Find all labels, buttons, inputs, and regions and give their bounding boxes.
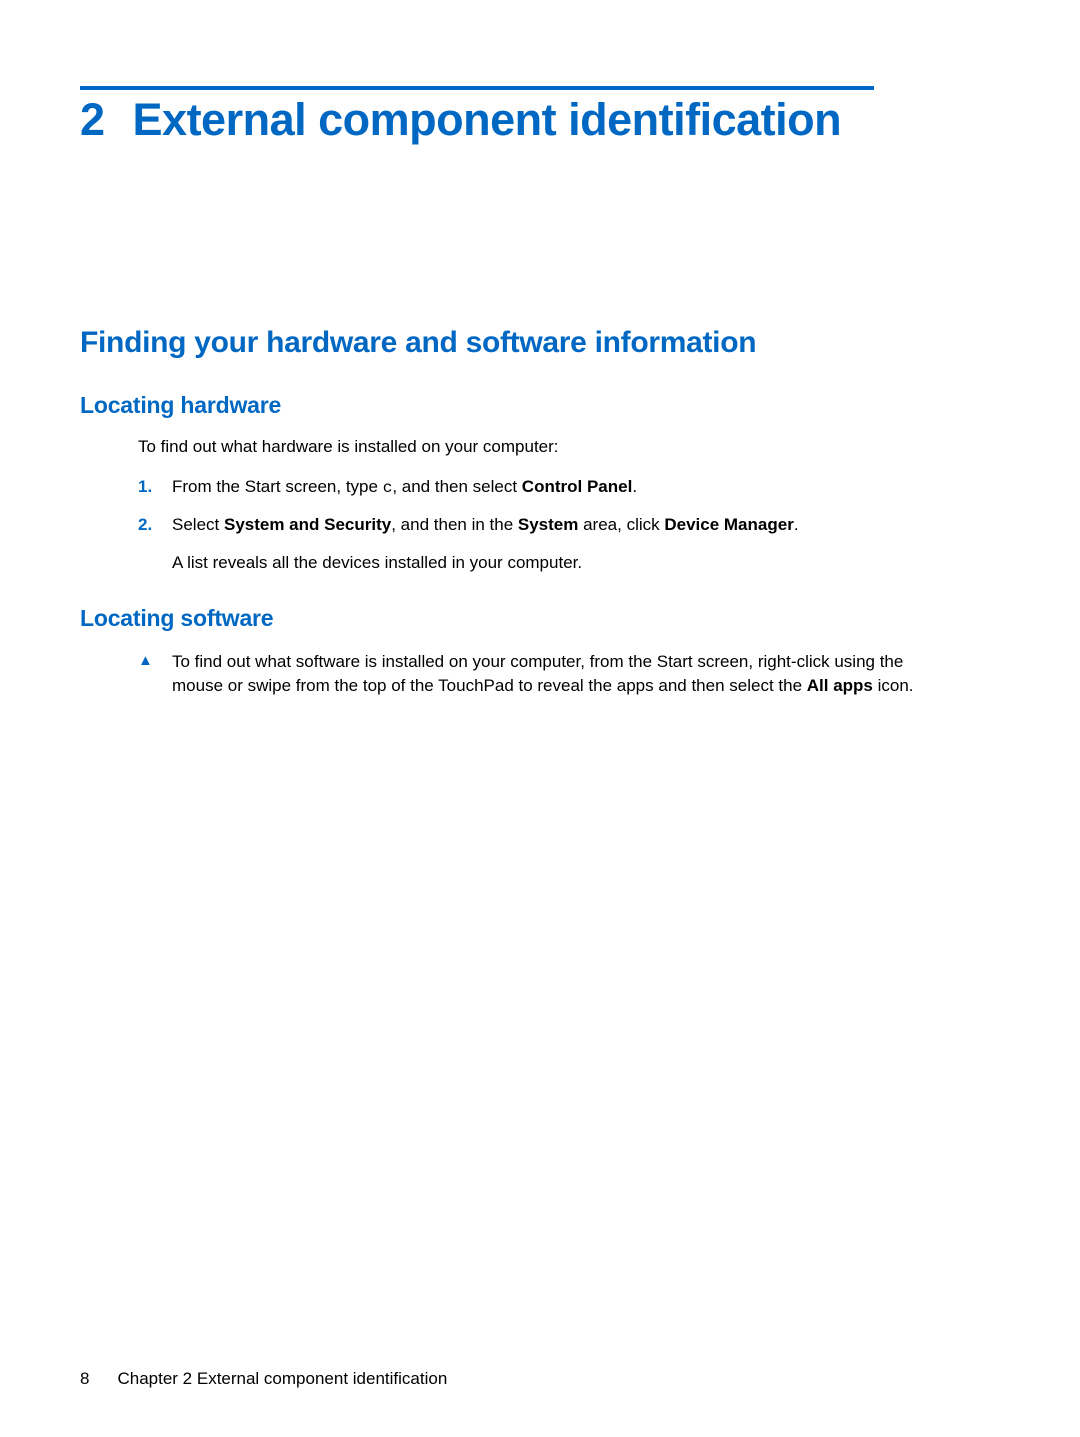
list-item: 1. From the Start screen, type c, and th… (138, 475, 1000, 499)
document-page: 2 External component identification Findi… (0, 0, 1080, 698)
chapter-number: 2 (80, 94, 105, 146)
section-heading: Finding your hardware and software infor… (80, 326, 1000, 360)
list-content: From the Start screen, type c, and then … (172, 475, 1000, 499)
chapter-heading: 2 External component identification (80, 94, 1000, 146)
chapter-title: External component identification (133, 94, 842, 145)
footer-chapter-label: Chapter 2 External component identificat… (117, 1369, 447, 1389)
page-footer: 8 Chapter 2 External component identific… (80, 1369, 447, 1389)
hardware-steps: 1. From the Start screen, type c, and th… (138, 475, 1000, 575)
list-item: 2. Select System and Security, and then … (138, 513, 1000, 575)
step-text: Select System and Security, and then in … (172, 515, 799, 534)
list-content: Select System and Security, and then in … (172, 513, 1000, 575)
bullet-content: To find out what software is installed o… (172, 650, 932, 698)
subsection-locating-hardware: Locating hardware (80, 392, 1000, 419)
triangle-bullet-icon: ▲ (138, 650, 172, 698)
list-marker: 1. (138, 475, 172, 499)
chapter-rule (80, 86, 874, 90)
subsection-locating-software: Locating software (80, 605, 1000, 632)
page-number: 8 (80, 1369, 89, 1389)
list-marker: 2. (138, 513, 172, 575)
step-subtext: A list reveals all the devices installed… (172, 551, 1000, 575)
hardware-intro: To find out what hardware is installed o… (138, 437, 1000, 457)
software-bullet: ▲ To find out what software is installed… (138, 650, 1000, 698)
